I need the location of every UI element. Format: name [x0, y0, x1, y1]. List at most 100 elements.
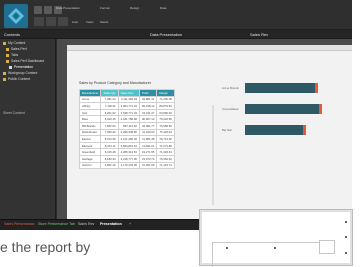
- table-cell: 2,179,333.00: [117, 161, 140, 170]
- folder-icon: [3, 72, 6, 75]
- table-cell: 71,071.89: [156, 141, 175, 150]
- table-cell: 2,181,780.68: [117, 115, 140, 123]
- table-cell: 76,714.92: [156, 135, 175, 143]
- row-label-cell: Horizon: [78, 161, 102, 170]
- folder-icon: [3, 42, 6, 45]
- ribbon-label-auto: Auto: [72, 20, 79, 24]
- table-cell: 82,155.12: [138, 102, 158, 110]
- column-header[interactable]: Margin: [156, 89, 175, 97]
- table-cell: 4,151,280.32: [117, 135, 140, 143]
- ribbon-group-data[interactable]: Data: [160, 6, 166, 10]
- folder-icon[interactable]: [44, 6, 52, 14]
- table-cell: 41,919.03: [138, 128, 158, 137]
- folder-icon: [6, 54, 9, 57]
- ribbon-button-select[interactable]: [58, 17, 68, 26]
- home-icon[interactable]: [34, 6, 42, 14]
- bar-label: Acme Brands: [222, 86, 239, 90]
- row-label-cell: Acme: [78, 95, 102, 104]
- tree-item-presentation[interactable]: Presentation: [14, 65, 33, 69]
- table-row[interactable]: Element 8,231.11 3,504,819.61 10,811.01 71,0…: [78, 141, 175, 150]
- table-cell: 7,990.40: [100, 128, 119, 137]
- ribbon-label-insert: Insert: [86, 20, 94, 24]
- ribbon-button-auto[interactable]: [34, 17, 44, 26]
- table-cell: 23,372.74: [138, 154, 158, 163]
- report-page[interactable]: Sales by Product Category and Manufactur…: [67, 45, 352, 219]
- row-label-cell: Beta: [78, 115, 102, 123]
- divider: [212, 105, 214, 205]
- column-header[interactable]: Sales Rev: [117, 89, 140, 97]
- handle-dot[interactable]: [345, 236, 347, 238]
- zoom-selection-frame: [212, 242, 332, 267]
- tree-item-sales-perf[interactable]: Sales Perf: [11, 47, 27, 51]
- table-cell: 75,668.66: [156, 121, 175, 130]
- tree-item-my-content[interactable]: My Content: [8, 41, 25, 45]
- column-header[interactable]: Sales Qty: [100, 89, 119, 97]
- bar-tip-0: [315, 83, 318, 93]
- handle-dot[interactable]: [274, 247, 276, 249]
- row-label-cell: BR Brands: [78, 121, 102, 130]
- table-cell: 75,118.03: [156, 128, 175, 137]
- sheet-content-header: Sheet Content: [3, 111, 25, 115]
- tree-item-public[interactable]: Public Content: [8, 77, 30, 81]
- ribbon-label-select: Select: [100, 20, 109, 24]
- table-row[interactable]: Heritage 8,183.34 2,218,777.95 23,372.74 79,…: [78, 154, 175, 163]
- table-cell: 7,381.23: [100, 95, 119, 104]
- tree-item-dashboard[interactable]: Sales Perf Dashboard: [11, 59, 44, 63]
- title-bar: Contents Data Presentation Sales Rev: [0, 30, 352, 39]
- ribbon-group-design[interactable]: Design: [130, 6, 139, 10]
- table-cell: 4,299,338.80: [117, 128, 140, 137]
- folder-icon: [6, 48, 9, 51]
- handle-dot[interactable]: [345, 252, 347, 254]
- table-row[interactable]: Acme 7,381.23 3,111,384.03 93,881.31 71,200.…: [78, 95, 175, 104]
- column-header[interactable]: Manufacturer: [78, 89, 102, 97]
- table-cell: 2,218,777.95: [117, 154, 140, 163]
- tab-sales-performance[interactable]: Sales Performance: [4, 222, 35, 226]
- table-cell: 8,183.34: [100, 154, 119, 163]
- tree-item-workgroup[interactable]: Workgroup Content: [8, 71, 37, 75]
- table-cell: 71,200.08: [156, 95, 175, 104]
- table-cell: 71,123.71: [156, 161, 175, 170]
- table-row[interactable]: Beta 8,420.15 2,181,780.68 90,007.12 75,022.…: [78, 115, 175, 123]
- document-title: Data Presentation: [150, 32, 183, 37]
- table-row[interactable]: Axis 6,201.62 3,518,771.03 91,011.37 63,890.…: [78, 108, 175, 117]
- tab-presentation[interactable]: Presentation: [100, 222, 122, 226]
- table-cell: 897,113.81: [117, 121, 140, 130]
- table-cell: 75,022.56: [156, 115, 175, 123]
- document-icon: [9, 66, 12, 69]
- table-row[interactable]: BR Brands 7,662.04 897,113.81 43,991.77 75,6…: [78, 121, 175, 130]
- bar-mark-2[interactable]: [245, 125, 303, 135]
- ribbon-button-insert[interactable]: [46, 17, 56, 26]
- column-header[interactable]: Profit: [138, 89, 158, 97]
- bar-mark-0[interactable]: [245, 83, 315, 93]
- ribbon-group-format[interactable]: Format: [100, 6, 110, 10]
- table-row[interactable]: Delta Retail 7,990.40 4,299,338.80 41,919.0…: [78, 128, 175, 137]
- table-cell: 3,518,771.03: [117, 108, 140, 117]
- table-cell: 7,662.04: [100, 121, 119, 130]
- bar-label: Big Star: [222, 128, 232, 132]
- row-label-cell: Affinity: [78, 102, 102, 110]
- add-tab-button[interactable]: +: [129, 222, 131, 226]
- table-row[interactable]: Greenfield 6,315.48 2,286,313.81 19,271.55 7…: [78, 148, 175, 156]
- bar-tip-2: [303, 125, 306, 135]
- content-tree-panel: My Content Sales Perf Tabs Sales Perf Da…: [0, 39, 56, 219]
- document-tab-hint: Sales Rev: [250, 32, 269, 37]
- table-cell: 3,111,384.03: [117, 95, 140, 104]
- table-cell: 2,286,313.81: [117, 148, 140, 156]
- tab-sales-rev[interactable]: Sales Rev: [78, 222, 94, 226]
- table-row[interactable]: Affinity 7,118.31 3,904,771.04 82,155.12 86,…: [78, 102, 175, 110]
- handle-dot[interactable]: [226, 247, 228, 249]
- table-row[interactable]: Electra 8,012.36 4,151,280.32 11,981.38 76,7…: [78, 135, 175, 143]
- canvas-area: Sales by Product Category and Manufactur…: [57, 39, 352, 219]
- bar-mark-1[interactable]: [245, 104, 319, 114]
- zoom-callout: [200, 210, 352, 267]
- table-row[interactable]: Horizon 4,801.19 2,179,333.00 31,301.08 71,1…: [78, 161, 175, 170]
- handle-dot[interactable]: [345, 221, 347, 223]
- tab-store-performance[interactable]: Store Performance Tab: [38, 222, 75, 226]
- resize-handle[interactable]: [319, 240, 335, 254]
- table-cell: 7,118.31: [100, 102, 119, 110]
- row-label-cell: Axis: [78, 108, 102, 117]
- tree-item-tabs[interactable]: Tabs: [11, 53, 18, 57]
- report-table[interactable]: Manufacturer Sales Qty Sales Rev Profit …: [78, 89, 175, 170]
- toolbar: Data Presentation Format Design Data Aut…: [0, 0, 352, 30]
- table-cell: 10,811.01: [138, 141, 158, 150]
